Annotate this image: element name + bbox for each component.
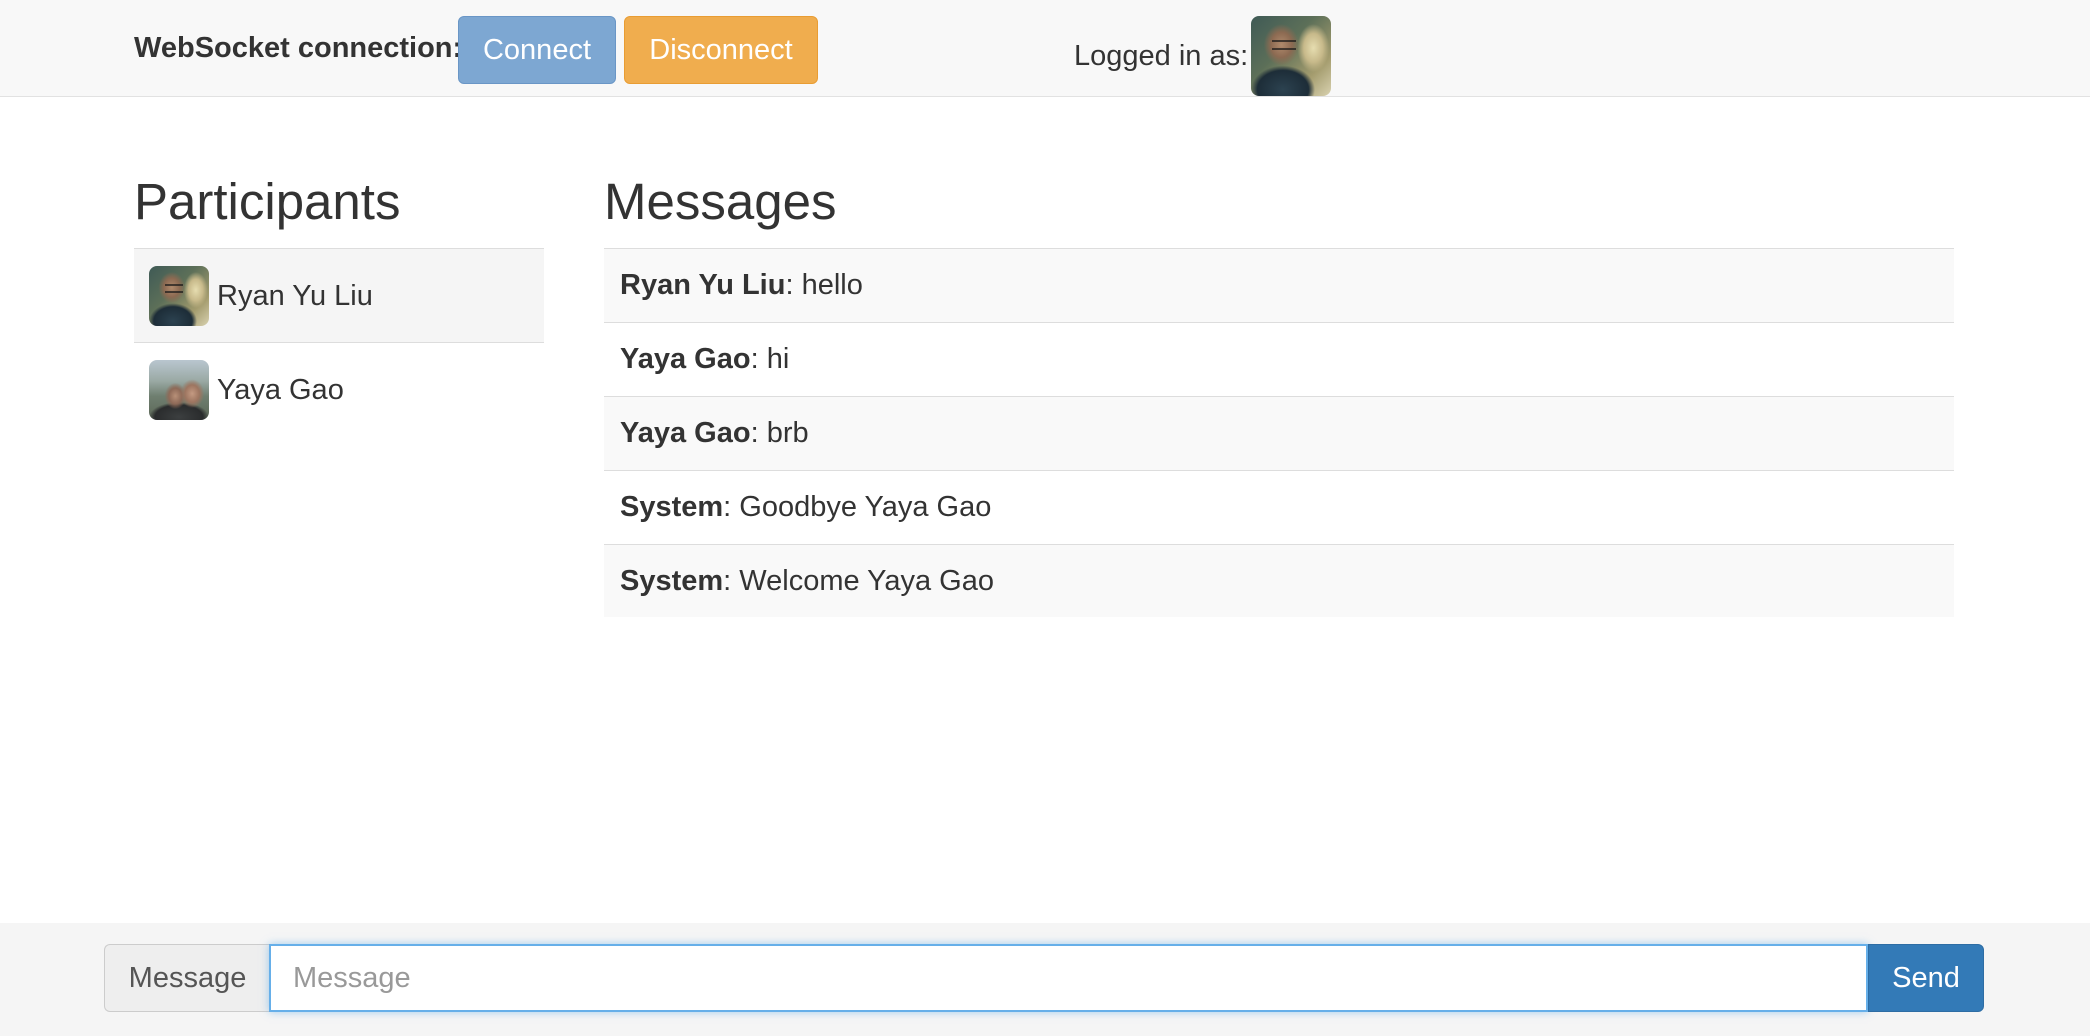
- websocket-connection-label: WebSocket connection:: [134, 32, 463, 64]
- message-text: : brb: [750, 417, 809, 449]
- message-composer: Message Send: [0, 923, 2090, 1036]
- message-item: Ryan Yu Liu: hello: [604, 249, 1954, 323]
- message-sender: System: [620, 564, 724, 597]
- message-text: : hi: [750, 343, 790, 375]
- logged-in-label: Logged in as:: [1074, 40, 1249, 72]
- disconnect-button[interactable]: Disconnect: [624, 16, 818, 84]
- current-user-avatar: [1251, 16, 1331, 96]
- participants-title: Participants: [134, 173, 401, 230]
- message-item: System: Welcome Yaya Gao: [604, 545, 1954, 617]
- participant-name: Ryan Yu Liu: [217, 280, 373, 312]
- message-text: : hello: [785, 269, 863, 301]
- message-sender: System: [620, 491, 724, 523]
- participant-avatar: [149, 266, 209, 326]
- messages-list: Ryan Yu Liu: hello Yaya Gao: hi Yaya Gao…: [604, 248, 1954, 617]
- message-sender: Yaya Gao: [620, 343, 751, 375]
- message-item: Yaya Gao: brb: [604, 397, 1954, 471]
- message-input-addon: Message: [104, 944, 270, 1012]
- message-text: : Goodbye Yaya Gao: [723, 491, 992, 523]
- participant-name: Yaya Gao: [217, 374, 344, 406]
- participants-list: Ryan Yu Liu Yaya Gao: [134, 248, 544, 437]
- navbar: WebSocket connection: Connect Disconnect…: [0, 0, 2090, 97]
- participant-item: Ryan Yu Liu: [134, 249, 544, 343]
- message-text: : Welcome Yaya Gao: [723, 564, 994, 597]
- participant-avatar: [149, 360, 209, 420]
- send-button[interactable]: Send: [1868, 944, 1984, 1012]
- connect-button[interactable]: Connect: [458, 16, 616, 84]
- message-sender: Yaya Gao: [620, 417, 751, 449]
- message-item: System: Goodbye Yaya Gao: [604, 471, 1954, 545]
- participant-item: Yaya Gao: [134, 343, 544, 437]
- messages-title: Messages: [604, 173, 837, 230]
- message-item: Yaya Gao: hi: [604, 323, 1954, 397]
- message-input[interactable]: [269, 944, 1868, 1012]
- message-sender: Ryan Yu Liu: [620, 269, 786, 301]
